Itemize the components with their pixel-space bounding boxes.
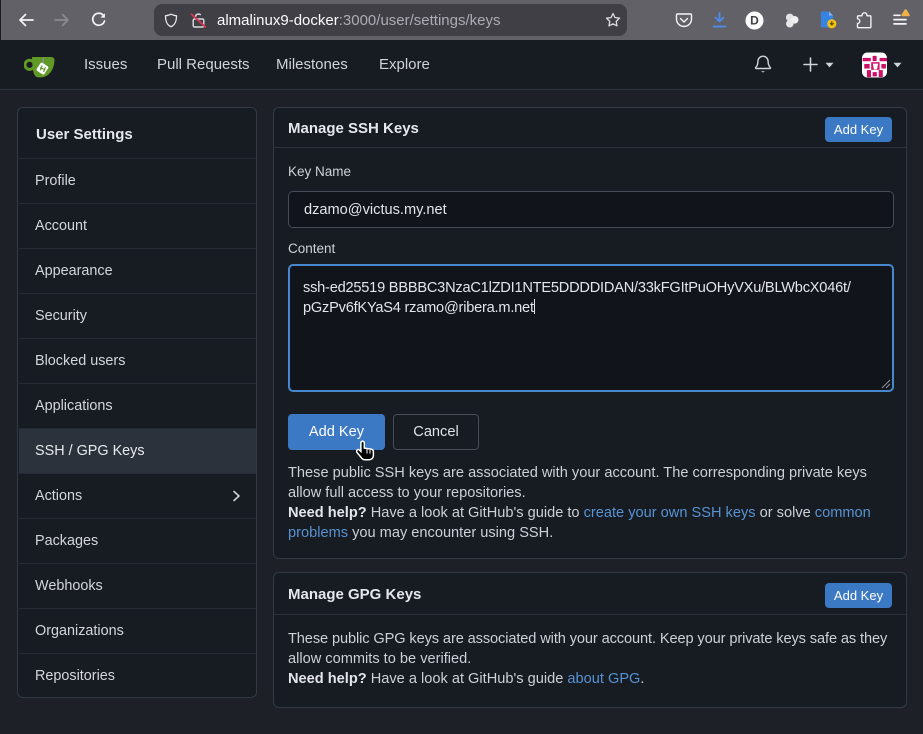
svg-text:D: D [750,14,759,28]
